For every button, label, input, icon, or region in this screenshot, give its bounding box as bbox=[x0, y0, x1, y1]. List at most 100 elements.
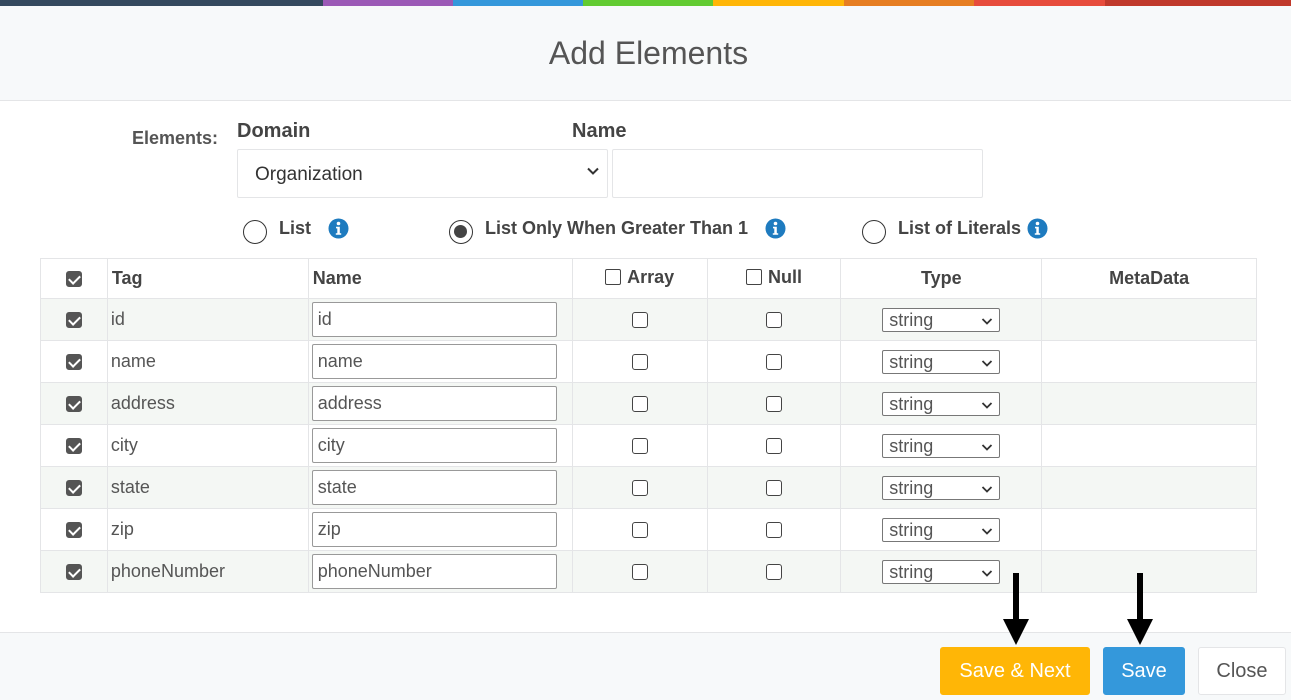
array-checkbox[interactable] bbox=[631, 522, 648, 539]
row-select-cell bbox=[40, 466, 108, 509]
type-select-value: string bbox=[889, 435, 934, 456]
list-of-literals-radio[interactable] bbox=[862, 220, 886, 244]
array-checkbox[interactable] bbox=[631, 564, 648, 581]
save-button[interactable]: Save bbox=[1103, 647, 1185, 695]
row-select-checkbox[interactable] bbox=[65, 522, 82, 539]
element-name-input[interactable]: phoneNumber bbox=[311, 554, 557, 589]
close-button[interactable]: Close bbox=[1198, 647, 1286, 695]
domain-label: Domain bbox=[237, 120, 311, 142]
null-header-label: Null bbox=[767, 266, 802, 287]
name-cell: city bbox=[307, 424, 573, 467]
null-cell bbox=[706, 424, 842, 467]
array-cell bbox=[571, 466, 708, 509]
array-checkbox[interactable] bbox=[631, 480, 648, 497]
type-select[interactable]: string bbox=[882, 517, 1001, 542]
row-select-cell bbox=[40, 424, 108, 467]
info-icon[interactable] bbox=[765, 218, 786, 239]
info-icon[interactable] bbox=[328, 218, 349, 239]
table-row: zip zip string bbox=[40, 508, 1257, 551]
table-row: city city string bbox=[40, 424, 1257, 467]
element-name-input[interactable]: city bbox=[311, 428, 557, 463]
row-select-checkbox[interactable] bbox=[65, 438, 82, 455]
tag-cell: name bbox=[106, 340, 309, 383]
type-select[interactable]: string bbox=[882, 307, 1001, 332]
table-row: state state string bbox=[40, 466, 1257, 509]
metadata-cell bbox=[1041, 424, 1257, 467]
array-cell bbox=[571, 424, 708, 467]
element-name-input[interactable]: name bbox=[311, 344, 557, 379]
null-all-checkbox[interactable] bbox=[745, 269, 762, 286]
save-next-button[interactable]: Save & Next bbox=[940, 647, 1090, 695]
element-name-input[interactable]: address bbox=[311, 386, 557, 421]
array-header: Array bbox=[571, 258, 708, 299]
chevron-down-icon bbox=[982, 401, 993, 409]
table-row: name name string bbox=[40, 340, 1257, 383]
array-checkbox[interactable] bbox=[631, 354, 648, 371]
array-all-checkbox[interactable] bbox=[605, 269, 622, 286]
null-checkbox[interactable] bbox=[765, 354, 782, 371]
name-cell: address bbox=[307, 382, 573, 425]
type-select-value: string bbox=[889, 477, 934, 498]
select-all-checkbox[interactable] bbox=[65, 271, 82, 288]
array-checkbox[interactable] bbox=[631, 396, 648, 413]
name-input[interactable] bbox=[612, 149, 983, 198]
null-checkbox[interactable] bbox=[765, 312, 782, 329]
type-cell: string bbox=[840, 298, 1043, 341]
null-checkbox[interactable] bbox=[765, 480, 782, 497]
name-header: Name bbox=[307, 258, 573, 299]
row-select-checkbox[interactable] bbox=[65, 564, 82, 581]
null-cell bbox=[706, 466, 842, 509]
type-select[interactable]: string bbox=[882, 475, 1001, 500]
null-checkbox[interactable] bbox=[765, 564, 782, 581]
list-of-literals-label: List of Literals bbox=[898, 218, 1022, 238]
type-cell: string bbox=[840, 508, 1043, 551]
element-name-input[interactable]: id bbox=[311, 302, 557, 337]
null-cell bbox=[706, 382, 842, 425]
metadata-cell bbox=[1041, 298, 1257, 341]
name-cell: id bbox=[307, 298, 573, 341]
row-select-cell bbox=[40, 550, 108, 593]
type-select[interactable]: string bbox=[882, 349, 1001, 374]
type-select[interactable]: string bbox=[882, 559, 1001, 584]
chevron-down-icon bbox=[982, 443, 993, 451]
name-cell: state bbox=[307, 466, 573, 509]
metadata-cell bbox=[1041, 466, 1257, 509]
table-header-row: Tag Name Array Null Type MetaData bbox=[40, 258, 1257, 299]
arrow-down-icon bbox=[1003, 573, 1029, 645]
type-select-value: string bbox=[889, 351, 934, 372]
row-select-checkbox[interactable] bbox=[65, 312, 82, 329]
row-select-checkbox[interactable] bbox=[65, 354, 82, 371]
type-select[interactable]: string bbox=[882, 391, 1001, 416]
type-cell: string bbox=[840, 382, 1043, 425]
tag-cell: zip bbox=[106, 508, 309, 551]
type-select[interactable]: string bbox=[882, 433, 1001, 458]
null-checkbox[interactable] bbox=[765, 438, 782, 455]
element-name-input[interactable]: zip bbox=[311, 512, 557, 547]
chevron-down-icon bbox=[982, 569, 993, 577]
name-label: Name bbox=[572, 120, 627, 142]
modal-footer bbox=[0, 632, 1291, 700]
type-select-value: string bbox=[889, 561, 934, 582]
list-greater-than-one-radio[interactable] bbox=[449, 220, 473, 244]
array-checkbox[interactable] bbox=[631, 438, 648, 455]
array-cell bbox=[571, 298, 708, 341]
null-cell bbox=[706, 340, 842, 383]
array-cell bbox=[571, 508, 708, 551]
chevron-down-icon bbox=[982, 485, 993, 493]
arrow-down-icon bbox=[1127, 573, 1153, 645]
tag-cell: state bbox=[106, 466, 309, 509]
null-cell bbox=[706, 550, 842, 593]
info-icon[interactable] bbox=[1027, 218, 1048, 239]
row-select-checkbox[interactable] bbox=[65, 396, 82, 413]
element-name-input[interactable]: state bbox=[311, 470, 557, 505]
domain-select[interactable]: Organization bbox=[237, 149, 608, 198]
null-checkbox[interactable] bbox=[765, 396, 782, 413]
null-checkbox[interactable] bbox=[765, 522, 782, 539]
array-checkbox[interactable] bbox=[631, 312, 648, 329]
type-select-value: string bbox=[889, 393, 934, 414]
metadata-cell bbox=[1041, 340, 1257, 383]
metadata-header: MetaData bbox=[1041, 258, 1257, 299]
list-radio[interactable] bbox=[243, 220, 267, 244]
row-select-checkbox[interactable] bbox=[65, 480, 82, 497]
null-header: Null bbox=[706, 258, 842, 299]
